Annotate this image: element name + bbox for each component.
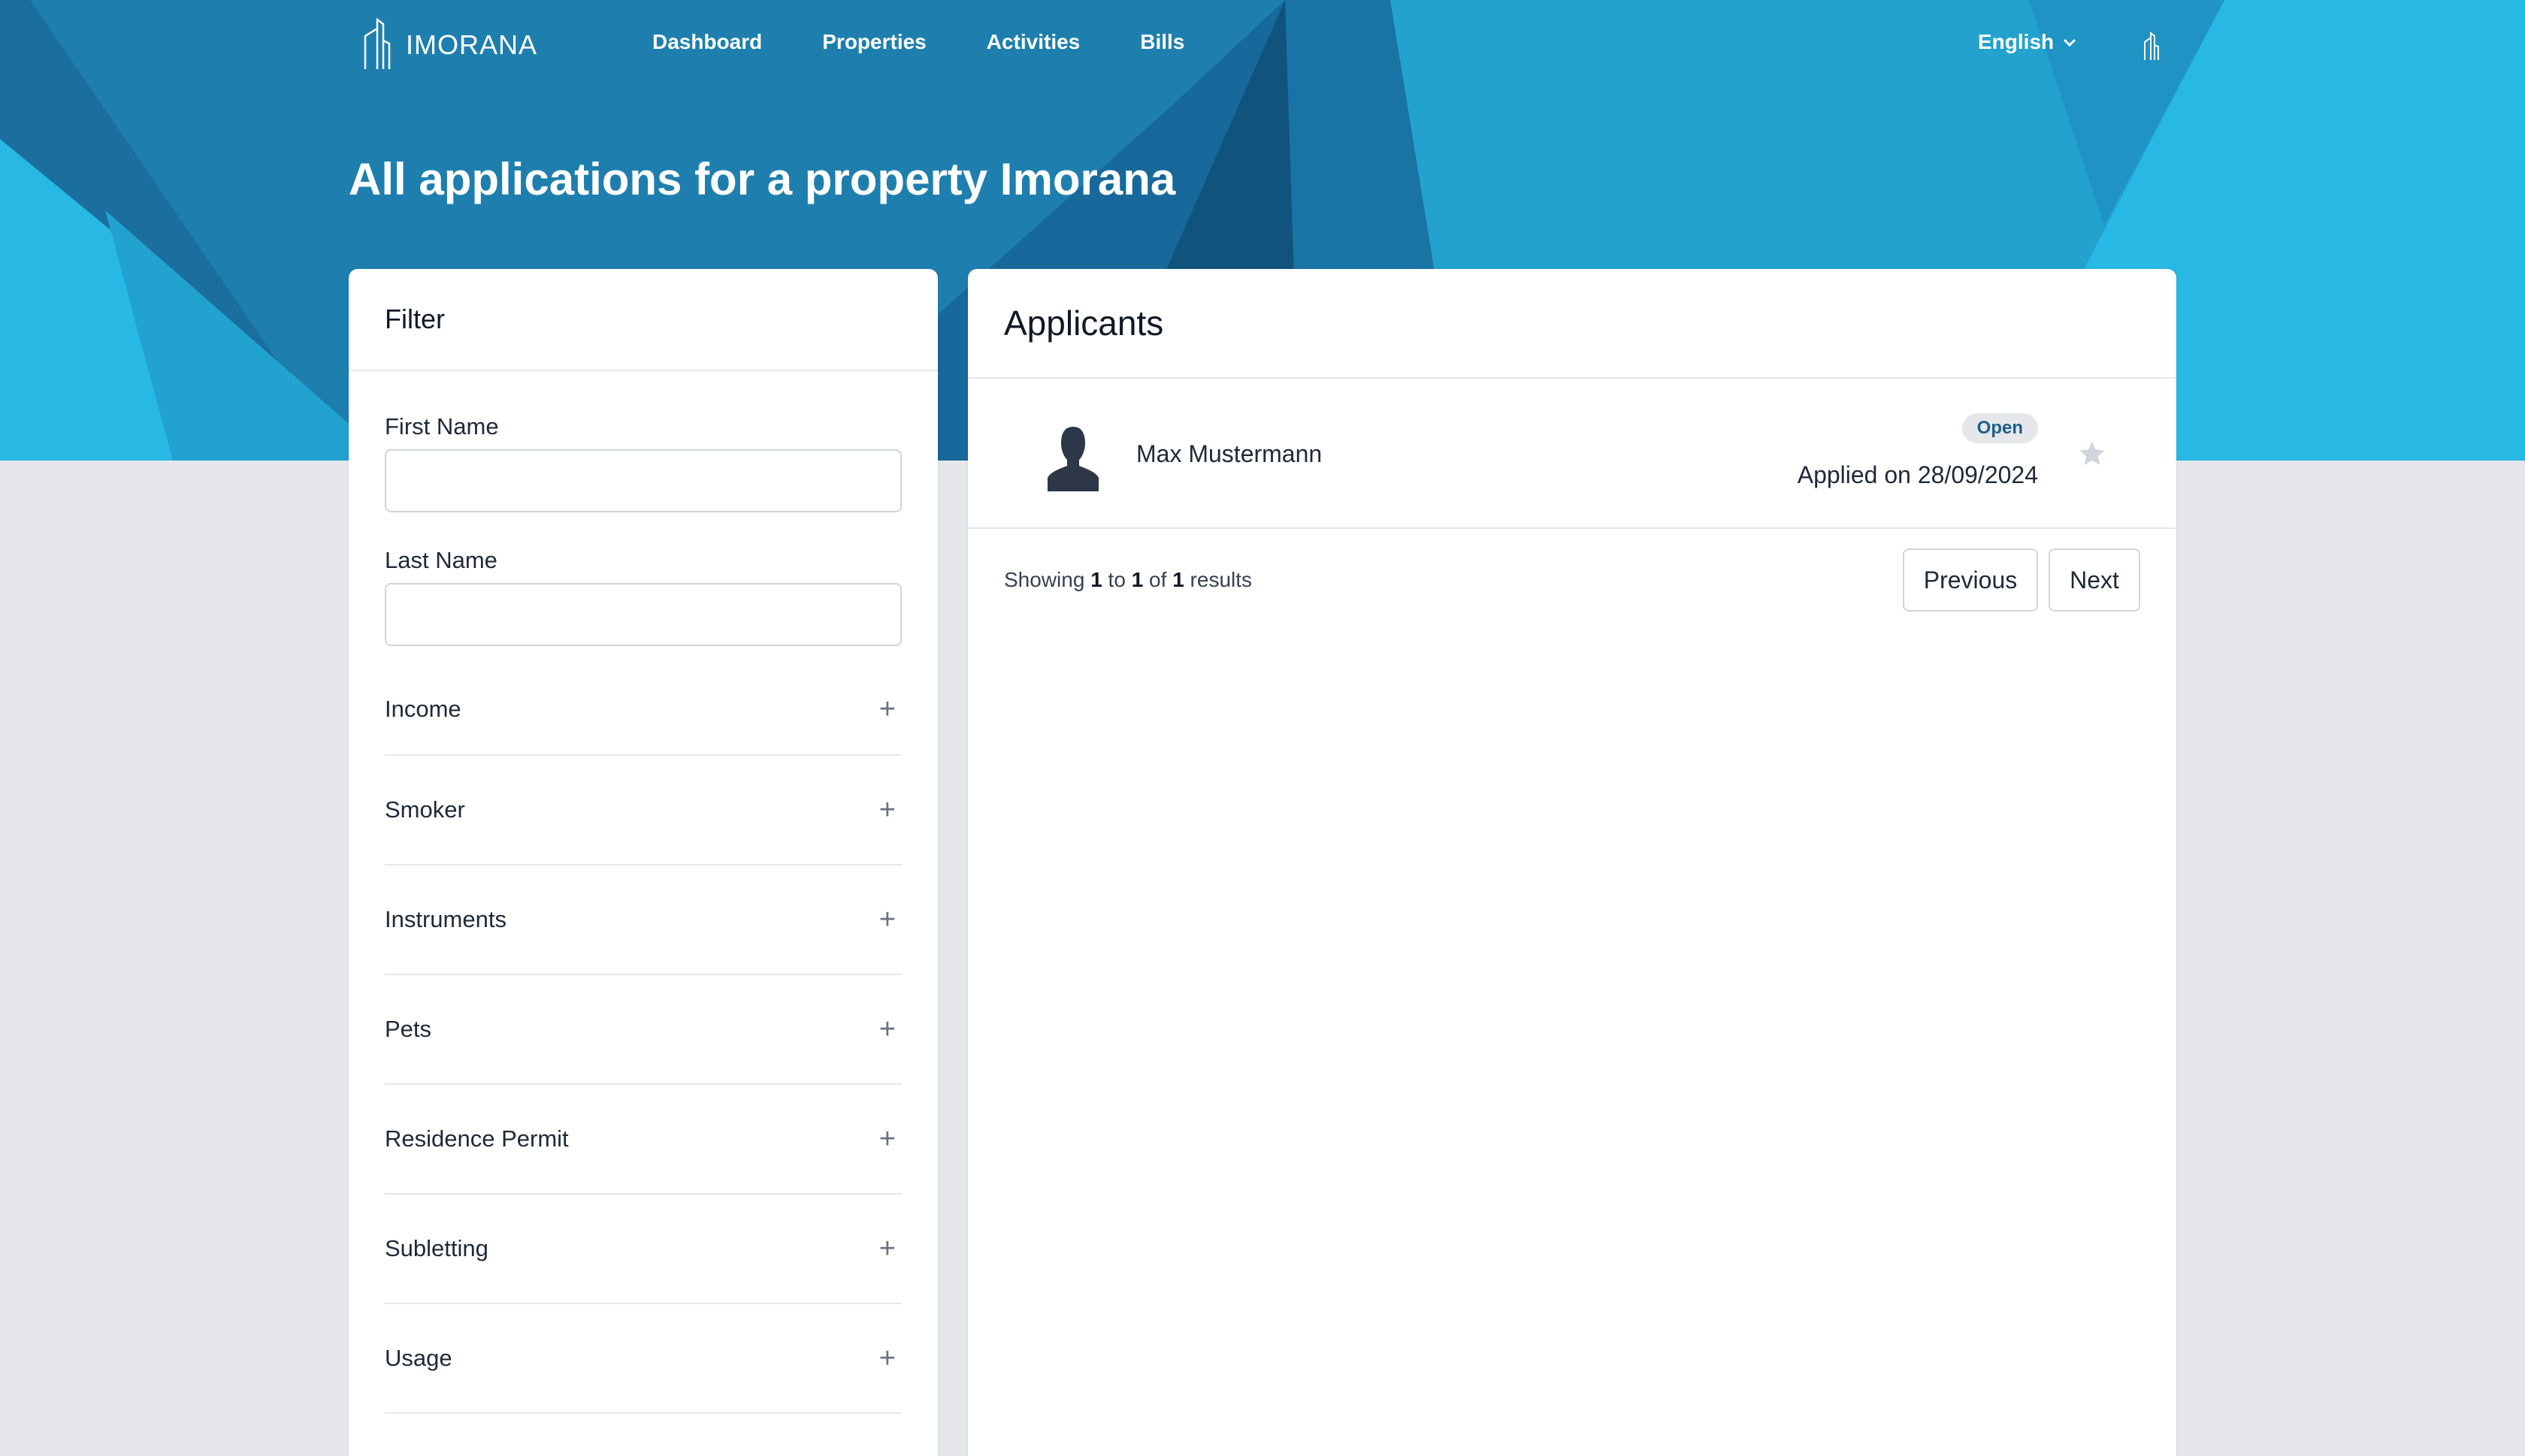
- plus-icon: +: [878, 793, 896, 826]
- plus-icon: +: [878, 1013, 896, 1045]
- language-label: English: [1978, 30, 2055, 53]
- results-to: 1: [1131, 568, 1144, 591]
- results-summary: Showing 1 to 1 of 1 results: [1004, 568, 1252, 592]
- status-badge: Open: [1961, 413, 2038, 443]
- plus-icon: +: [878, 1122, 896, 1155]
- results-word: results: [1190, 568, 1253, 591]
- plus-icon: +: [878, 1342, 896, 1374]
- plus-icon: +: [878, 693, 896, 725]
- filter-section-label: Subletting: [385, 1235, 488, 1261]
- page-title: All applications for a property Imorana: [349, 154, 1176, 204]
- applicant-name: Max Mustermann: [1136, 440, 1323, 467]
- filter-body: First Name Last Name Income + Smoker + I…: [349, 413, 938, 1414]
- last-name-input[interactable]: [385, 583, 902, 646]
- filter-section-label: Smoker: [385, 796, 465, 823]
- top-navbar: IMORANA Dashboard Properties Activities …: [0, 0, 2525, 93]
- filter-section-label: Usage: [385, 1345, 452, 1371]
- nav-dashboard[interactable]: Dashboard: [652, 30, 762, 54]
- filter-section-instruments[interactable]: Instruments +: [385, 865, 902, 975]
- filter-section-income[interactable]: Income +: [385, 664, 902, 756]
- applicant-row[interactable]: Max Mustermann Open Applied on 28/09/202…: [968, 379, 2176, 529]
- applicants-header: Applicants: [968, 269, 2176, 379]
- avatar-silhouette-icon: [1048, 427, 1099, 491]
- brand-name: IMORANA: [406, 29, 538, 60]
- filter-section-residence-permit[interactable]: Residence Permit +: [385, 1085, 902, 1195]
- chevron-down-icon: [2064, 38, 2076, 47]
- nav-activities[interactable]: Activities: [987, 30, 1081, 54]
- filter-panel: Filter First Name Last Name Income + Smo…: [349, 269, 938, 1456]
- first-name-label: First Name: [385, 413, 499, 440]
- filter-section-label: Residence Permit: [385, 1125, 569, 1152]
- language-selector[interactable]: English: [1978, 30, 2078, 54]
- nav-properties[interactable]: Properties: [822, 30, 927, 54]
- applicants-panel: Applicants Max Mustermann Open Applied o…: [968, 269, 2176, 1456]
- brand-logo[interactable]: IMORANA: [361, 18, 537, 72]
- pagination: Showing 1 to 1 of 1 results Previous Nex…: [968, 529, 2176, 631]
- filter-header: Filter: [349, 269, 938, 371]
- filter-section-label: Pets: [385, 1016, 432, 1042]
- star-icon[interactable]: [2077, 439, 2107, 469]
- previous-button[interactable]: Previous: [1903, 548, 2038, 612]
- plus-icon: +: [878, 1232, 896, 1264]
- results-from: 1: [1090, 568, 1102, 591]
- plus-icon: +: [878, 903, 896, 935]
- filter-section-label: Income: [385, 696, 461, 722]
- building-logo-icon: [364, 18, 391, 69]
- filter-section-label: Instruments: [385, 906, 507, 932]
- filter-section-pets[interactable]: Pets +: [385, 975, 902, 1085]
- last-name-label: Last Name: [385, 547, 497, 573]
- filter-accordion: Income + Smoker + Instruments + Pets + R…: [385, 664, 902, 1414]
- first-name-input[interactable]: [385, 449, 902, 512]
- filter-section-usage[interactable]: Usage +: [385, 1304, 902, 1414]
- applied-date: Applied on 28/09/2024: [1797, 461, 2038, 488]
- main-nav: Dashboard Properties Activities Bills: [652, 30, 1244, 54]
- results-total: 1: [1172, 568, 1184, 591]
- showing-prefix: Showing: [1004, 568, 1085, 591]
- user-menu-icon[interactable]: [2140, 32, 2161, 62]
- of-word: of: [1149, 568, 1167, 591]
- filter-title: Filter: [385, 304, 445, 334]
- nav-bills[interactable]: Bills: [1140, 30, 1184, 54]
- next-button[interactable]: Next: [2049, 548, 2140, 612]
- filter-section-smoker[interactable]: Smoker +: [385, 756, 902, 865]
- filter-section-subletting[interactable]: Subletting +: [385, 1195, 902, 1304]
- to-word: to: [1108, 568, 1126, 591]
- applicants-title: Applicants: [1004, 304, 1164, 343]
